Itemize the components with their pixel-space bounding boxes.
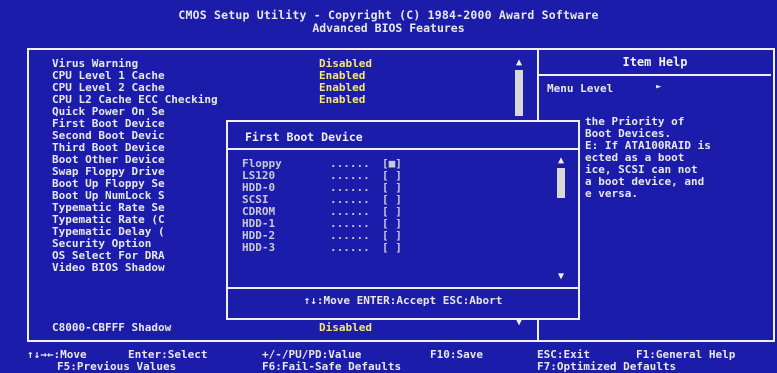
help-text-line: e versa. bbox=[585, 187, 638, 200]
popup-footer-divider bbox=[228, 287, 578, 289]
option-hdd-3[interactable]: HDD-3......[ ] bbox=[242, 242, 402, 254]
scroll-up-icon[interactable]: ▲ bbox=[555, 156, 567, 166]
popup-divider bbox=[228, 148, 578, 150]
help-divider bbox=[539, 74, 771, 76]
scrollbar-thumb[interactable] bbox=[515, 70, 523, 116]
scroll-down-icon[interactable]: ▼ bbox=[555, 272, 567, 282]
key-hints-row-2: F5:Previous Values F6:Fail-Safe Defaults… bbox=[0, 361, 777, 373]
popup-title: First Boot Device bbox=[245, 130, 363, 144]
popup-key-hints: ↑↓:Move ENTER:Accept ESC:Abort bbox=[303, 294, 503, 307]
first-boot-device-popup: First Boot Device Floppy...... [■] LS120.… bbox=[226, 120, 580, 320]
hint-fail-safe-defaults: F6:Fail-Safe Defaults bbox=[262, 360, 402, 373]
page-subtitle: Advanced BIOS Features bbox=[312, 21, 465, 35]
hint-optimized-defaults: F7:Optimized Defaults bbox=[537, 360, 677, 373]
scroll-up-icon[interactable]: ▲ bbox=[513, 58, 525, 68]
menu-level-label: Menu Level bbox=[547, 82, 614, 95]
header: CMOS Setup Utility - Copyright (C) 1984-… bbox=[0, 0, 777, 42]
hint-previous-values: F5:Previous Values bbox=[57, 360, 177, 373]
item-help-title: Item Help bbox=[622, 55, 688, 69]
scrollbar-thumb[interactable] bbox=[557, 168, 565, 198]
radio[interactable]: [ ] bbox=[382, 242, 402, 254]
hint-save: F10:Save bbox=[430, 348, 483, 361]
menu-level-arrow-icon: ► bbox=[656, 82, 662, 92]
popup-scrollbar[interactable]: ▲ ▼ bbox=[555, 156, 567, 282]
setting-c8000-shadow[interactable]: C8000-CBFFF Shadow Disabled bbox=[52, 322, 372, 334]
setting-value[interactable]: Enabled bbox=[319, 94, 365, 106]
setting-value[interactable]: Disabled bbox=[319, 322, 372, 334]
